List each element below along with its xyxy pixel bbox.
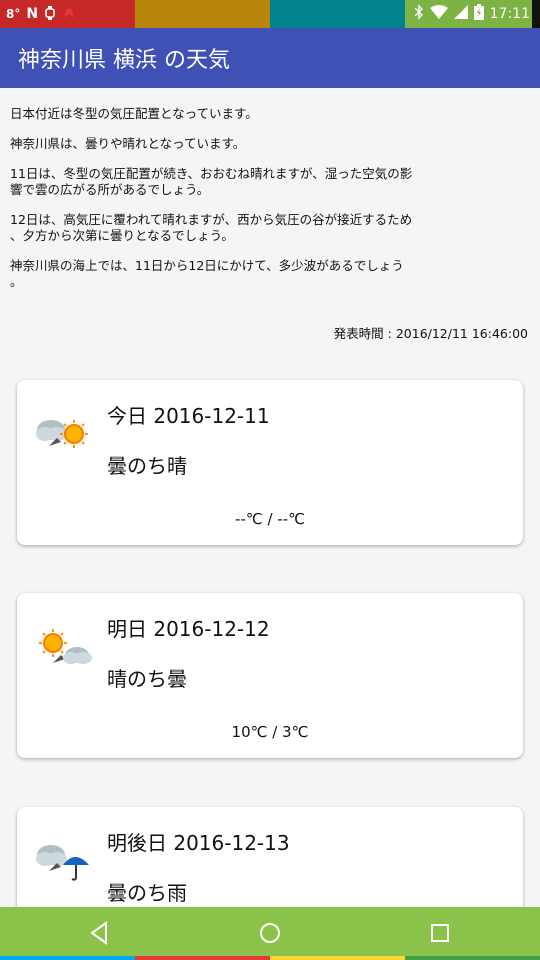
card-date: 明日 2016-12-12: [107, 617, 270, 641]
notification-icons: 8° N: [6, 0, 76, 28]
system-status-icons: 17:11: [405, 0, 540, 28]
forecast-card-tomorrow[interactable]: 明日 2016-12-12 晴のち曇 10℃ / 3℃: [17, 593, 523, 758]
page-title: 神奈川県 横浜 の天気: [18, 48, 230, 73]
cloud-then-sun-icon: [35, 408, 95, 458]
nav-color-stripe: [0, 956, 540, 960]
temperature-text: 8°: [6, 7, 21, 21]
forecast-paragraph: 日本付近は冬型の気圧配置となっています。: [10, 106, 258, 121]
forecast-paragraph: 神奈川県の海上では、11日から12日にかけて、多少波があるでしょう 。: [10, 258, 404, 289]
app-bar: 神奈川県 横浜 の天気: [0, 28, 540, 88]
forecast-paragraph: 12日は、高気圧に覆われて晴れますが、西から気圧の谷が接近するため 、夕方から次…: [10, 212, 413, 243]
watch-icon: [44, 5, 56, 23]
back-button[interactable]: [86, 919, 114, 947]
forecast-description: 日本付近は冬型の気圧配置となっています。 神奈川県は、曇りや晴れとなっています。…: [10, 106, 440, 304]
forecast-paragraph: 神奈川県は、曇りや晴れとなっています。: [10, 136, 246, 151]
home-button[interactable]: [256, 919, 284, 947]
cloud-then-rain-icon: [35, 835, 95, 885]
forecast-card-today[interactable]: 今日 2016-12-11 曇のち晴 --℃ / --℃: [17, 380, 523, 545]
bluetooth-icon: [414, 4, 424, 24]
recents-button[interactable]: [426, 919, 454, 947]
card-date: 明後日 2016-12-13: [107, 831, 290, 855]
app-notification-icon: [62, 6, 76, 23]
publish-time: 発表時間 : 2016/12/11 16:46:00: [333, 326, 528, 341]
card-date: 今日 2016-12-11: [107, 404, 270, 428]
battery-icon: [473, 4, 484, 24]
status-bar: 8° N 17:11: [0, 0, 540, 28]
forecast-paragraph: 11日は、冬型の気圧配置が続き、おおむね晴れますが、湿った空気の影 響で雲の広が…: [10, 166, 413, 197]
sun-then-cloud-icon: [35, 621, 95, 671]
signal-icon: [453, 5, 468, 23]
n-icon: N: [26, 6, 39, 22]
card-temperature: 10℃ / 3℃: [231, 723, 309, 741]
wifi-icon: [429, 5, 448, 23]
card-weather: 曇のち雨: [107, 881, 187, 905]
card-weather: 曇のち晴: [107, 454, 187, 478]
card-weather: 晴のち曇: [107, 667, 187, 691]
clock-text: 17:11: [489, 6, 530, 22]
card-temperature: --℃ / --℃: [235, 510, 305, 528]
navigation-bar: [0, 907, 540, 956]
